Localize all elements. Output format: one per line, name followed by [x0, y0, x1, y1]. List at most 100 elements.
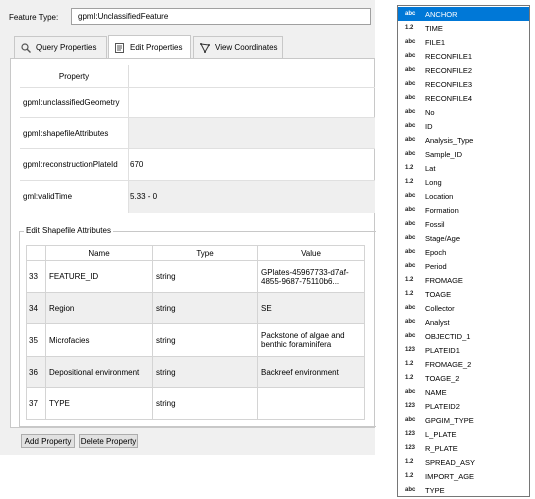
property-row[interactable]: gpml:shapefileAttributes	[20, 117, 375, 149]
attribute-value[interactable]: Packstone of algae and benthic foraminif…	[257, 323, 365, 357]
attribute-type[interactable]: string	[152, 356, 258, 388]
list-item-label: PLATEID1	[425, 345, 460, 355]
list-item-label: TOAGE_2	[425, 373, 460, 383]
attribute-type[interactable]: string	[152, 323, 258, 357]
type-badge: abc	[405, 11, 416, 17]
tab-edit-properties[interactable]: Edit Properties	[108, 35, 191, 59]
list-item-label: Period	[425, 261, 447, 271]
table-row[interactable]: 37 TYPE string	[26, 387, 365, 420]
list-item-label: Lat	[425, 163, 436, 173]
type-badge: 123	[405, 445, 416, 451]
list-item[interactable]: 1.2 SPREAD_ASY	[398, 455, 529, 469]
list-item[interactable]: 123 L_PLATE	[398, 427, 529, 441]
list-item[interactable]: 1.2 Lat	[398, 161, 529, 175]
property-value-cell	[128, 181, 375, 213]
attribute-name[interactable]: Microfacies	[45, 323, 153, 357]
name-column-header[interactable]: Name	[45, 245, 153, 261]
list-item[interactable]: 1.2 FROMAGE_2	[398, 357, 529, 371]
attribute-name[interactable]: Region	[45, 292, 153, 324]
list-item-label: ID	[425, 121, 433, 131]
type-badge: abc	[405, 39, 416, 45]
list-item[interactable]: abc TYPE	[398, 483, 529, 497]
list-item[interactable]: 123 PLATEID2	[398, 399, 529, 413]
list-item[interactable]: abc Analysis_Type	[398, 133, 529, 147]
tab-query-properties[interactable]: Query Properties	[14, 36, 107, 58]
type-badge: 1.2	[405, 459, 414, 465]
attribute-value[interactable]: GPlates-45967733-d7af-4855-9687-75110b6.…	[257, 260, 365, 293]
property-value: 5.33 - 0	[130, 192, 158, 201]
list-item[interactable]: abc Location	[398, 189, 529, 203]
attribute-name[interactable]: Depositional environment	[45, 356, 153, 388]
table-row[interactable]: 36 Depositional environment string Backr…	[26, 356, 365, 388]
add-property-button[interactable]: Add Property	[21, 434, 75, 448]
list-item[interactable]: abc Fossil	[398, 217, 529, 231]
list-item-label: Fossil	[425, 219, 445, 229]
list-item[interactable]: abc No	[398, 105, 529, 119]
type-badge: abc	[405, 333, 416, 339]
type-badge: 1.2	[405, 291, 414, 297]
list-item[interactable]: abc Collector	[398, 301, 529, 315]
attribute-name[interactable]: TYPE	[45, 387, 153, 420]
type-badge: abc	[405, 151, 416, 157]
list-item[interactable]: 1.2 TOAGE	[398, 287, 529, 301]
list-item[interactable]: abc RECONFILE2	[398, 63, 529, 77]
list-item[interactable]: abc Analyst	[398, 315, 529, 329]
list-item[interactable]: abc Epoch	[398, 245, 529, 259]
table-row[interactable]: 33 FEATURE_ID string GPlates-45967733-d7…	[26, 260, 365, 293]
row-number: 36	[26, 356, 46, 388]
list-item-label: SPREAD_ASY	[425, 457, 476, 467]
attribute-value[interactable]	[257, 387, 365, 420]
list-item[interactable]: abc Sample_ID	[398, 147, 529, 161]
type-column-header[interactable]: Type	[152, 245, 258, 261]
list-item[interactable]: abc Formation	[398, 203, 529, 217]
list-item[interactable]: 123 R_PLATE	[398, 441, 529, 455]
table-row[interactable]: 34 Region string SE	[26, 292, 365, 324]
property-row[interactable]: gpml:unclassifiedGeometry	[20, 87, 375, 118]
attribute-value[interactable]: SE	[257, 292, 365, 324]
list-item[interactable]: abc RECONFILE4	[398, 91, 529, 105]
list-item-label: TIME	[425, 23, 443, 33]
type-badge: abc	[405, 207, 416, 213]
list-item[interactable]: 1.2 Long	[398, 175, 529, 189]
attribute-value[interactable]: Backreef environment	[257, 356, 365, 388]
list-item[interactable]: abc RECONFILE1	[398, 49, 529, 63]
value-column-header[interactable]: Value	[257, 245, 365, 261]
property-row[interactable]: gml:validTime 5.33 - 0	[20, 180, 375, 213]
feature-type-field[interactable]: gpml:UnclassifiedFeature	[71, 8, 371, 25]
type-badge: abc	[405, 81, 416, 87]
list-item[interactable]: abc Stage/Age	[398, 231, 529, 245]
row-number-header	[26, 245, 46, 261]
list-item[interactable]: abc ID	[398, 119, 529, 133]
attribute-type[interactable]: string	[152, 387, 258, 420]
list-item[interactable]: abc Period	[398, 259, 529, 273]
type-badge: 123	[405, 403, 416, 409]
attribute-type[interactable]: string	[152, 260, 258, 293]
list-item[interactable]: 1.2 FROMAGE	[398, 273, 529, 287]
list-item[interactable]: abc FILE1	[398, 35, 529, 49]
list-item[interactable]: 1.2 TOAGE_2	[398, 371, 529, 385]
list-item-label: IMPORT_AGE	[425, 471, 475, 481]
edit-icon	[115, 42, 125, 53]
list-item[interactable]: abc GPGIM_TYPE	[398, 413, 529, 427]
property-name: gpml:shapefileAttributes	[23, 129, 109, 138]
list-item[interactable]: abc RECONFILE3	[398, 77, 529, 91]
attribute-type[interactable]: string	[152, 292, 258, 324]
property-name: gpml:unclassifiedGeometry	[23, 98, 120, 107]
list-item[interactable]: 123 PLATEID1	[398, 343, 529, 357]
delete-property-button[interactable]: Delete Property	[79, 434, 138, 448]
property-divider	[128, 118, 129, 149]
list-item[interactable]: abc NAME	[398, 385, 529, 399]
list-item-label: PLATEID2	[425, 401, 460, 411]
table-row[interactable]: 35 Microfacies string Packstone of algae…	[26, 323, 365, 357]
tab-view-coordinates[interactable]: View Coordinates	[193, 36, 283, 58]
list-item[interactable]: 1.2 IMPORT_AGE	[398, 469, 529, 483]
feature-type-label: Feature Type:	[9, 13, 59, 22]
property-row[interactable]: gpml:reconstructionPlateId 670	[20, 148, 375, 181]
list-item[interactable]: abc OBJECTID_1	[398, 329, 529, 343]
attribute-dropdown-list[interactable]: abc ANCHOR 1.2 TIME abc FILE1 abc RECONFILE1…	[397, 5, 530, 497]
list-item[interactable]: 1.2 TIME	[398, 21, 529, 35]
list-item-label: Long	[425, 177, 442, 187]
list-item[interactable]: abc ANCHOR	[398, 7, 529, 21]
attribute-name[interactable]: FEATURE_ID	[45, 260, 153, 293]
type-badge: abc	[405, 487, 416, 493]
